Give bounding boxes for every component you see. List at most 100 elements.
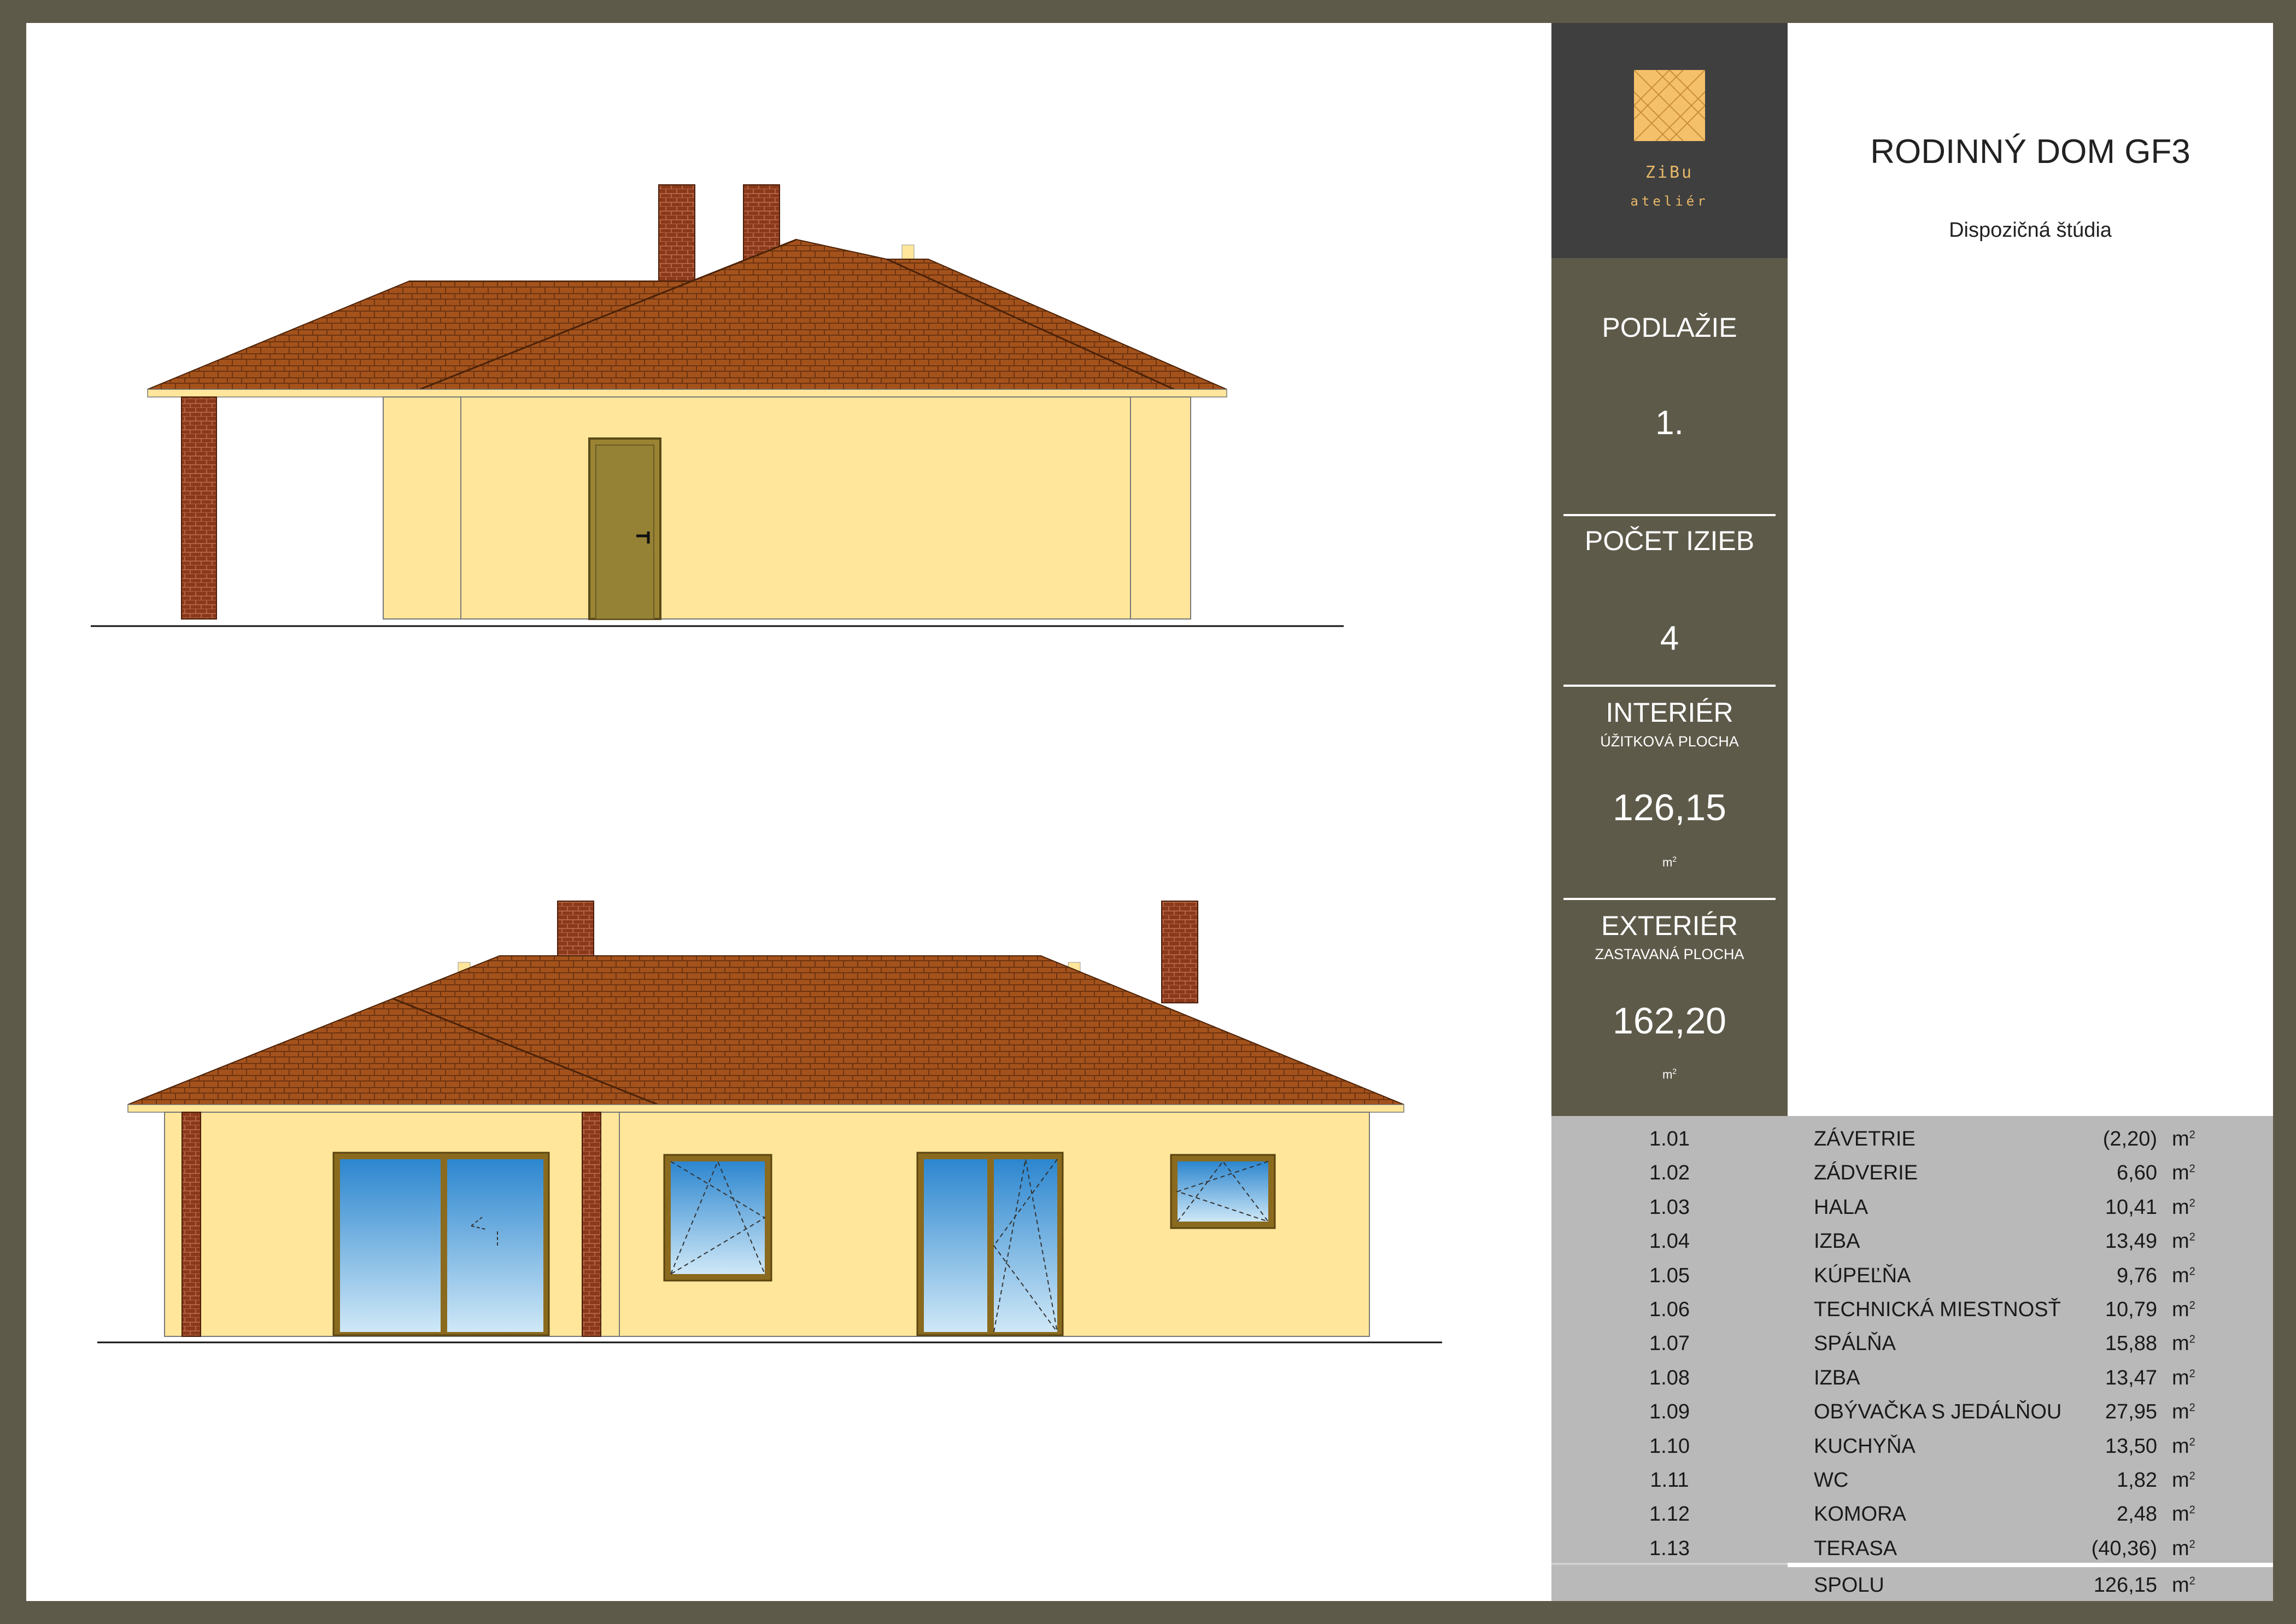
area-unit: m2 [2172,1128,2195,1150]
table-row: 1.05 KÚPEĽŇA 9,76 m2 [1551,1260,2273,1294]
room-id: 1.01 [1649,1128,1690,1150]
terrace-door [332,1152,550,1336]
interior-area-unit: m2 [1662,855,1677,869]
room-name: KOMORA [1814,1503,1906,1526]
room-id: 1.04 [1649,1230,1690,1253]
room-name: OBÝVAČKA S JEDÁLŇOU [1814,1400,2062,1424]
exterior-sublabel: ZASTAVANÁ PLOCHA [1595,946,1744,962]
room-name: HALA [1814,1195,1869,1219]
elevation-lower [97,901,1442,1343]
logo-block: ZiBu ateliér [1551,23,1788,258]
interior-area-value: 126,15 [1613,787,1726,828]
rooms-count-label: POČET IZIEB [1584,525,1755,556]
room-id: 1.07 [1649,1332,1690,1356]
page-subtitle: Dispozičná štúdia [1949,219,2112,242]
table-row: 1.11 WC 1,82 m2 [1551,1464,2273,1498]
eave [127,1104,1404,1113]
area-unit: m2 [2172,1366,2195,1389]
room-area: 6,60 [2117,1161,2157,1185]
eave [147,389,1227,398]
area-unit: m2 [2172,1230,2195,1253]
floor-label: PODLAŽIE [1602,312,1737,343]
room-id: 1.12 [1649,1503,1690,1526]
divider [1563,685,1776,687]
area-unit: m2 [2172,1537,2195,1560]
exterior-area-unit: m2 [1662,1067,1677,1082]
wall [383,396,1191,620]
area-unit: m2 [2172,1298,2195,1321]
room-id: 1.11 [1650,1469,1689,1492]
room-area: 13,47 [2105,1366,2157,1389]
room-area: 10,41 [2105,1195,2157,1219]
logo-icon [1634,70,1705,141]
table-row: 1.10 KUCHYŇA 13,50 m2 [1551,1430,2273,1464]
window [1170,1154,1276,1229]
table-row: 1.04 IZBA 13,49 m2 [1551,1225,2273,1259]
room-id: 1.06 [1649,1298,1690,1321]
room-name: KUCHYŇA [1814,1434,1916,1458]
roof [127,955,1404,1105]
room-name: TERASA [1814,1537,1897,1560]
window [663,1154,772,1282]
room-id: 1.02 [1649,1161,1690,1185]
elevation-upper [91,184,1344,627]
area-unit: m2 [2172,1195,2195,1219]
pillar [181,1112,201,1337]
pillar [582,1112,601,1337]
room-name: ZÁVETRIE [1814,1128,1916,1150]
table-row: 1.01 ZÁVETRIE (2,20) m2 [1551,1123,2273,1157]
room-name: TECHNICKÁ MIESTNOSŤ [1814,1298,2061,1321]
floor-value: 1. [1655,404,1684,442]
table-row: 1.09 OBÝVAČKA S JEDÁLŇOU 27,95 m2 [1551,1396,2273,1430]
room-id: 1.05 [1649,1264,1690,1287]
room-area: 15,88 [2105,1332,2157,1356]
room-area: 9,76 [2117,1264,2157,1287]
room-area: 13,49 [2105,1230,2157,1253]
room-area: 10,79 [2105,1298,2157,1321]
pillar [181,396,217,620]
room-area: 13,50 [2105,1434,2157,1458]
total-label: SPOLU [1814,1574,1884,1597]
total-area: 126,15 [2093,1574,2157,1597]
area-unit: m2 [2172,1332,2195,1356]
room-name: ZÁDVERIE [1814,1161,1918,1185]
area-unit: m2 [2172,1434,2195,1458]
room-id: 1.08 [1649,1366,1690,1389]
table-row: 1.12 KOMORA 2,48 m2 [1551,1498,2273,1532]
table-row: 1.13 TERASA (40,36) m2 [1551,1533,2273,1567]
chimney [1161,901,1198,1003]
area-unit: m2 [2172,1574,2195,1597]
divider [1563,898,1776,900]
summary-sidebar: ZiBu ateliér PODLAŽIE 1. POČET IZIEB 4 I… [1551,23,1788,1116]
page-title: RODINNÝ DOM GF3 [1870,133,2190,171]
total-row: SPOLU 126,15 m2 [1551,1569,2273,1601]
divider [1563,514,1776,516]
room-name: SPÁLŇA [1814,1332,1896,1356]
area-unit: m2 [2172,1264,2195,1287]
table-row: 1.06 TECHNICKÁ MIESTNOSŤ 10,79 m2 [1551,1294,2273,1328]
room-id: 1.09 [1649,1400,1690,1424]
logo-subtitle: ateliér [1630,194,1709,209]
area-unit: m2 [2172,1400,2195,1424]
chimney [557,901,594,960]
rooms-count-value: 4 [1660,620,1679,657]
room-id: 1.10 [1649,1434,1690,1458]
interior-label: INTERIÉR [1606,697,1733,728]
balcony-door [916,1152,1064,1336]
interior-sublabel: ÚŽITKOVÁ PLOCHA [1600,733,1739,750]
room-area: (2,20) [2102,1128,2157,1150]
room-area: 27,95 [2105,1400,2157,1424]
room-area: (40,36) [2091,1537,2157,1560]
area-unit: m2 [2172,1469,2195,1492]
exterior-area-value: 162,20 [1613,1000,1726,1042]
room-name: KÚPEĽŇA [1814,1264,1911,1287]
table-row: 1.08 IZBA 13,47 m2 [1551,1362,2273,1396]
room-id: 1.03 [1649,1195,1690,1219]
area-unit: m2 [2172,1503,2195,1526]
exterior-label: EXTERIÉR [1601,910,1738,941]
elevations [91,184,1442,1343]
drawing-sheet: ZiBu ateliér PODLAŽIE 1. POČET IZIEB 4 I… [26,23,2273,1601]
room-area: 1,82 [2117,1469,2157,1492]
table-row: 1.07 SPÁLŇA 15,88 m2 [1551,1328,2273,1362]
area-unit: m2 [2172,1161,2195,1185]
